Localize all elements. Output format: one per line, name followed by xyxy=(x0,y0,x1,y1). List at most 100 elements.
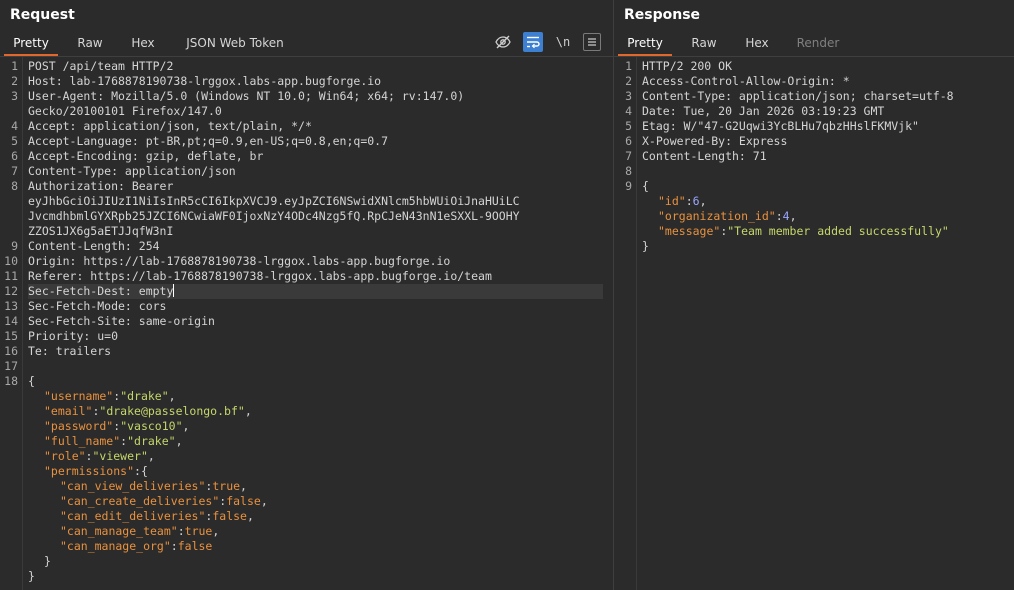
json-brace: { xyxy=(28,374,35,388)
request-line: Gecko/20100101 Firefox/147.0 xyxy=(28,104,222,118)
json-value: "drake@passelongo.bf" xyxy=(99,404,245,418)
request-line: JvcmdhbmlGYXRpb25JZCI6NCwiaWF0IjoxNzY4OD… xyxy=(28,209,520,223)
request-line: Content-Length: 254 xyxy=(28,239,160,253)
json-value: true xyxy=(212,479,241,493)
request-line: Sec-Fetch-Mode: cors xyxy=(28,299,167,313)
json-pair: "message":"Team member added successfull… xyxy=(658,224,949,238)
line-number: 2 xyxy=(11,74,18,88)
line-number: 12 xyxy=(4,284,18,298)
line-number: 1 xyxy=(11,59,18,73)
request-line: ZZOS1JX6g5aETJJqfW3nI xyxy=(28,224,174,238)
tab-request-raw[interactable]: Raw xyxy=(68,32,112,54)
word-wrap-icon[interactable] xyxy=(523,32,543,52)
json-pair: "can_view_deliveries":true, xyxy=(60,479,247,493)
json-value: false xyxy=(212,509,247,523)
json-value: true xyxy=(184,524,213,538)
json-key: "can_manage_team" xyxy=(60,524,178,538)
response-line: Content-Length: 71 xyxy=(642,149,767,163)
json-key: "can_edit_deliveries" xyxy=(60,509,206,523)
tab-response-raw[interactable]: Raw xyxy=(682,32,726,54)
response-gutter: 1 2 3 4 5 6 7 8 9 xyxy=(614,57,637,590)
json-pair: "full_name":"drake", xyxy=(44,434,183,448)
request-editor[interactable]: 1 2 3 4 5 6 7 8 9 10 11 12 13 14 15 16 1… xyxy=(0,57,613,590)
json-value: false xyxy=(226,494,261,508)
json-value: "vasco10" xyxy=(120,419,183,433)
response-line: Access-Control-Allow-Origin: * xyxy=(642,74,850,88)
json-key: "full_name" xyxy=(44,434,121,448)
line-number: 7 xyxy=(625,149,632,163)
json-pair: "can_edit_deliveries":false, xyxy=(60,509,254,523)
line-number: 6 xyxy=(625,134,632,148)
json-pair: "email":"drake@passelongo.bf", xyxy=(44,404,252,418)
tab-request-hex[interactable]: Hex xyxy=(122,32,164,54)
request-line-current: Sec-Fetch-Dest: empty xyxy=(28,284,603,299)
request-line: POST /api/team HTTP/2 xyxy=(28,59,174,73)
json-pair: "role":"viewer", xyxy=(44,449,155,463)
request-gutter: 1 2 3 4 5 6 7 8 9 10 11 12 13 14 15 16 1… xyxy=(0,57,23,590)
line-number: 16 xyxy=(4,344,18,358)
json-value: 4 xyxy=(782,209,790,223)
request-line: Referer: https://lab-1768878190738-lrggo… xyxy=(28,269,492,283)
request-line: Accept-Encoding: gzip, deflate, br xyxy=(28,149,264,163)
line-number: 3 xyxy=(11,89,18,103)
tab-response-hex[interactable]: Hex xyxy=(736,32,778,54)
json-pair: "organization_id":4, xyxy=(658,209,797,223)
json-key: "email" xyxy=(44,404,93,418)
json-value: "drake" xyxy=(120,389,169,403)
request-line: Priority: u=0 xyxy=(28,329,119,343)
line-number: 9 xyxy=(11,239,18,253)
text-cursor xyxy=(173,284,175,297)
tab-request-jwt[interactable]: JSON Web Token xyxy=(176,32,294,54)
json-pair: "id":6, xyxy=(658,194,707,208)
request-line: Authorization: Bearer xyxy=(28,179,174,193)
json-pair: "can_manage_team":true, xyxy=(60,524,220,538)
line-number: 10 xyxy=(4,254,18,268)
line-number: 8 xyxy=(11,179,18,193)
tab-request-pretty[interactable]: Pretty xyxy=(4,32,58,56)
json-value: 6 xyxy=(692,194,700,208)
json-key: "message" xyxy=(658,224,721,238)
json-value: "drake" xyxy=(127,434,176,448)
request-line: Sec-Fetch-Site: same-origin xyxy=(28,314,215,328)
request-pane: Request Pretty Raw Hex JSON Web Token \n… xyxy=(0,0,613,590)
response-line: HTTP/2 200 OK xyxy=(642,59,733,73)
line-number: 4 xyxy=(625,104,632,118)
line-number: 4 xyxy=(11,119,18,133)
tab-response-render[interactable]: Render xyxy=(790,32,846,54)
json-key: "role" xyxy=(44,449,86,463)
json-pair: "can_manage_org":false xyxy=(60,539,213,553)
json-brace: } xyxy=(28,569,35,583)
response-line: Content-Type: application/json; charset=… xyxy=(642,89,954,103)
json-brace: } xyxy=(642,239,649,253)
request-title: Request xyxy=(10,7,75,23)
json-key: "permissions" xyxy=(44,464,135,478)
eye-slash-icon[interactable] xyxy=(493,32,513,52)
json-key: "can_view_deliveries" xyxy=(60,479,206,493)
tab-response-pretty[interactable]: Pretty xyxy=(618,32,672,56)
json-brace: { xyxy=(642,179,649,193)
line-number: 15 xyxy=(4,329,18,343)
response-line: Date: Tue, 20 Jan 2026 03:19:23 GMT xyxy=(642,104,885,118)
request-line: Accept-Language: pt-BR,pt;q=0.9,en-US;q=… xyxy=(28,134,389,148)
json-key: "can_manage_org" xyxy=(60,539,171,553)
line-number: 18 xyxy=(4,374,18,388)
json-pair: "username":"drake", xyxy=(44,389,176,403)
menu-icon[interactable] xyxy=(583,33,601,51)
request-line: Te: trailers xyxy=(28,344,112,358)
response-editor[interactable]: 1 2 3 4 5 6 7 8 9 HTTP/2 200 OK Access-C… xyxy=(614,57,1014,590)
json-value: "Team member added successfully" xyxy=(727,224,949,238)
response-line: X-Powered-By: Express xyxy=(642,134,788,148)
response-title: Response xyxy=(624,7,701,23)
line-number: 3 xyxy=(625,89,632,103)
line-number: 8 xyxy=(625,164,632,178)
line-number: 2 xyxy=(625,74,632,88)
json-key: "organization_id" xyxy=(658,209,776,223)
json-pair: "password":"vasco10", xyxy=(44,419,190,433)
json-value: "viewer" xyxy=(92,449,148,463)
request-line: Sec-Fetch-Dest: empty xyxy=(28,284,174,298)
request-line: Accept: application/json, text/plain, */… xyxy=(28,119,312,133)
newline-toggle-icon[interactable]: \n xyxy=(553,32,573,52)
line-number: 9 xyxy=(625,179,632,193)
json-key: "password" xyxy=(44,419,114,433)
request-line: User-Agent: Mozilla/5.0 (Windows NT 10.0… xyxy=(28,89,465,103)
